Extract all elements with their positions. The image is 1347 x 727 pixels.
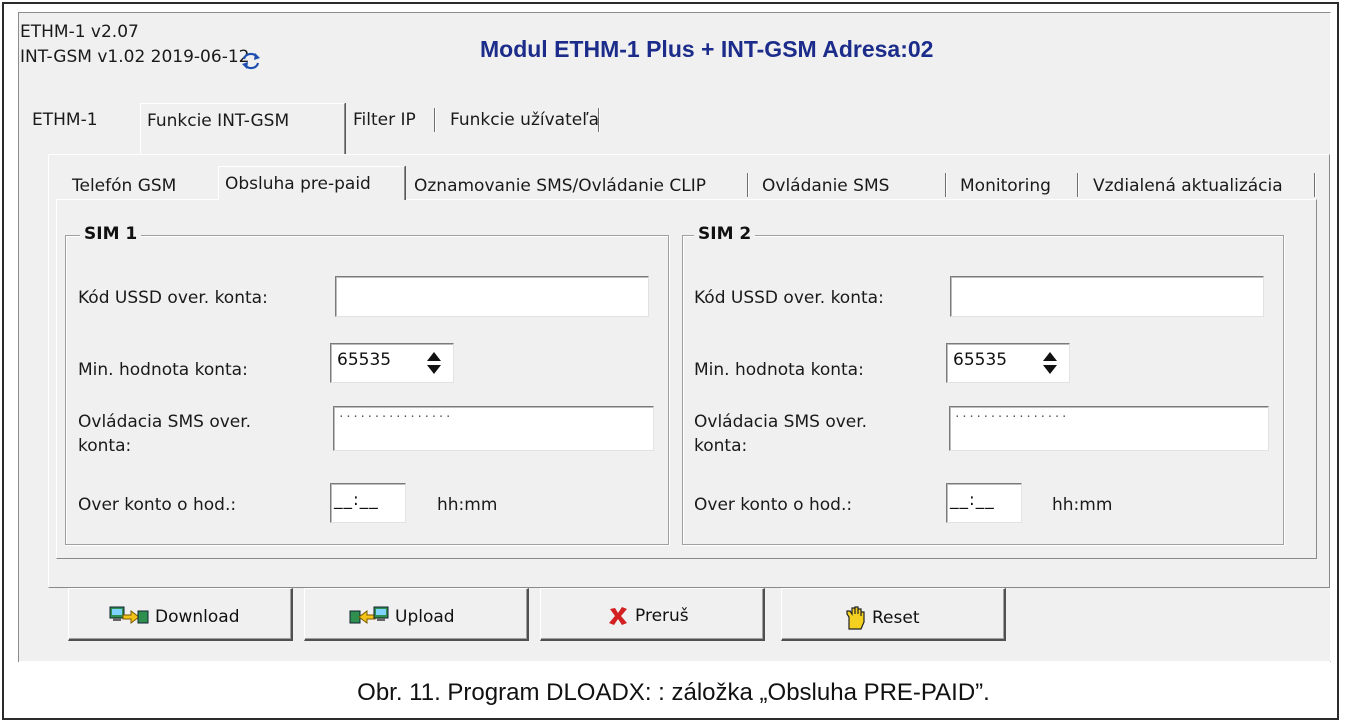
download-button[interactable]: Download	[68, 588, 293, 641]
sim2-time-input[interactable]: __:__	[946, 483, 1022, 523]
tab-ethm-1[interactable]: ETHM-1	[26, 107, 104, 133]
figure-caption: Obr. 11. Program DLOADX: : záložka „Obsl…	[357, 679, 990, 706]
subtab-telefon-gsm[interactable]: Telefón GSM	[66, 173, 182, 199]
sim1-time-value: __:__	[334, 490, 379, 510]
sim1-min-label: Min. hodnota konta:	[78, 360, 248, 380]
sim1-sms-value: ················	[338, 410, 452, 423]
tab-separator	[945, 173, 946, 197]
sim2-ussd-input[interactable]	[950, 276, 1264, 317]
sim1-sms-label: Ovládacia SMS over.	[78, 412, 252, 432]
interrupt-button-label: Preruš	[635, 606, 689, 626]
subtab-obsluha-pre-paid[interactable]: Obsluha pre-paid	[218, 166, 405, 200]
sim1-check-label: Over konto o hod.:	[78, 495, 237, 515]
sim1-sms-input[interactable]: ················	[333, 406, 654, 451]
subtab-oznamovanie-sms[interactable]: Oznamovanie SMS/Ovládanie CLIP	[408, 173, 712, 199]
sim2-sms-value: ················	[954, 410, 1068, 423]
tab-separator	[434, 108, 435, 132]
download-icon	[109, 606, 149, 624]
download-button-label: Download	[155, 607, 240, 627]
upload-button[interactable]: Upload	[304, 588, 529, 641]
sim1-min-spinbox[interactable]: 65535	[330, 343, 454, 383]
sim1-title: SIM 1	[80, 224, 142, 244]
sim1-ussd-label: Kód USSD over. konta:	[78, 288, 268, 308]
reset-hand-icon	[846, 606, 865, 630]
reset-button-label: Reset	[872, 608, 920, 628]
sim2-min-value: 65535	[953, 350, 1008, 370]
gsm-version-label: INT-GSM v1.02 2019-06-12	[20, 47, 250, 67]
subtab-vzdialena-aktualizacia[interactable]: Vzdialená aktualizácia	[1087, 173, 1289, 199]
subtab-ovladanie-sms[interactable]: Ovládanie SMS	[756, 173, 895, 199]
tab-funkcie-int-gsm[interactable]: Funkcie INT-GSM	[140, 103, 345, 155]
sim1-min-value: 65535	[337, 350, 392, 370]
spin-arrows-icon[interactable]	[1041, 350, 1059, 376]
upload-icon	[349, 606, 389, 624]
upload-button-label: Upload	[395, 607, 455, 627]
tab-separator	[1314, 173, 1315, 197]
sim2-sms-label-cont: konta:	[694, 436, 748, 456]
sim2-min-label: Min. hodnota konta:	[694, 360, 864, 380]
cancel-x-icon	[609, 607, 627, 625]
sim2-check-label: Over konto o hod.:	[694, 495, 853, 515]
sim2-sms-label: Ovládacia SMS over.	[694, 412, 868, 432]
sim2-time-value: __:__	[950, 490, 995, 510]
spin-arrows-icon[interactable]	[425, 350, 443, 376]
sim2-min-spinbox[interactable]: 65535	[946, 343, 1070, 383]
tab-funkcie-uzivatela[interactable]: Funkcie užívateľa	[444, 107, 605, 133]
reset-button[interactable]: Reset	[781, 588, 1006, 641]
sim2-time-hint: hh:mm	[1052, 495, 1113, 515]
sim2-title: SIM 2	[694, 224, 756, 244]
tab-separator	[598, 108, 599, 132]
refresh-icon[interactable]	[241, 52, 261, 70]
sim2-ussd-label: Kód USSD over. konta:	[694, 288, 884, 308]
sim2-sms-input[interactable]: ················	[949, 406, 1269, 451]
tab-filter-ip[interactable]: Filter IP	[347, 107, 422, 133]
tab-separator	[747, 173, 748, 197]
tab-separator	[1077, 173, 1078, 197]
sim1-sms-label-cont: konta:	[78, 436, 132, 456]
sim1-time-input[interactable]: __:__	[330, 483, 406, 523]
module-title: Modul ETHM-1 Plus + INT-GSM Adresa:02	[480, 36, 934, 62]
sim1-ussd-input[interactable]	[335, 276, 649, 317]
interrupt-button[interactable]: Preruš	[540, 588, 765, 641]
subtab-monitoring[interactable]: Monitoring	[954, 173, 1057, 199]
sim1-time-hint: hh:mm	[437, 495, 498, 515]
ethm-version-label: ETHM-1 v2.07	[20, 22, 139, 42]
